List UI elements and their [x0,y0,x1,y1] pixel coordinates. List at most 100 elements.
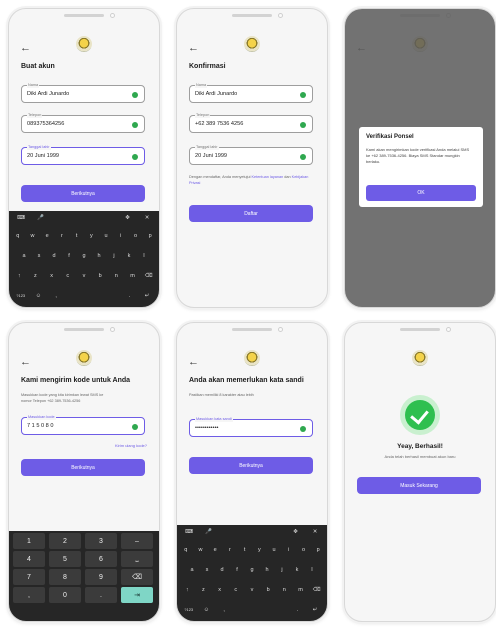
backspace-icon[interactable]: ⌫ [143,271,155,281]
numpad-key[interactable]: 1 [13,533,45,549]
key[interactable]: p [144,231,156,241]
key[interactable]: l [138,251,150,261]
space-key[interactable] [236,605,286,615]
key[interactable]: v [246,585,258,595]
key[interactable]: y [253,545,265,555]
key[interactable]: w [26,231,38,241]
key[interactable]: o [297,545,309,555]
comma-key[interactable]: , [50,291,62,301]
key[interactable]: c [230,585,242,595]
key[interactable]: w [194,545,206,555]
key[interactable]: j [276,565,288,575]
key[interactable]: q [12,231,24,241]
space-key[interactable] [68,291,118,301]
key[interactable]: o [129,231,141,241]
enter-icon[interactable]: ↵ [309,605,321,615]
back-arrow-icon[interactable]: ← [188,357,199,368]
key[interactable]: a [186,565,198,575]
numpad-key[interactable]: 5 [49,551,81,567]
key[interactable]: b [262,585,274,595]
shift-icon[interactable]: ↑ [181,585,193,595]
enter-icon[interactable]: ↵ [141,291,153,301]
key[interactable]: x [46,271,58,281]
symbols-key[interactable]: ?123 [183,605,195,615]
key[interactable]: s [33,251,45,261]
keyboard-icon[interactable]: ⌨ [183,527,195,537]
back-arrow-icon[interactable]: ← [20,357,31,368]
key[interactable]: u [100,231,112,241]
name-field[interactable]: Nama Diki Ardi Junardo [189,82,313,103]
terms-link[interactable]: Ketentuan [252,175,269,179]
password-field[interactable]: Masukkan kata sandi •••••••••••• [189,416,313,437]
symbols-key[interactable]: ?123 [15,291,27,301]
next-button[interactable]: Berikutnya [21,459,145,476]
otp-input[interactable]: Masukkan kode 7 1 5 0 8 0 [21,414,145,435]
key[interactable]: u [268,545,280,555]
key[interactable]: z [197,585,209,595]
key[interactable]: j [108,251,120,261]
numpad-key[interactable]: 8 [49,569,81,585]
key[interactable]: h [93,251,105,261]
key[interactable]: t [239,545,251,555]
keyboard-icon[interactable]: ⌨ [15,213,27,223]
key[interactable]: r [224,545,236,555]
numpad-key[interactable]: 2 [49,533,81,549]
key[interactable]: n [278,585,290,595]
key[interactable]: m [295,585,307,595]
ok-button[interactable]: OK [366,185,476,201]
resend-link[interactable]: Kirim ulang kode? [115,443,147,448]
emoji-icon[interactable]: ☺ [32,291,44,301]
key[interactable]: r [56,231,68,241]
numpad-key[interactable]: 9 [85,569,117,585]
key[interactable]: d [48,251,60,261]
key[interactable]: g [78,251,90,261]
key[interactable]: i [283,545,295,555]
key[interactable]: p [312,545,324,555]
register-button[interactable]: Daftar [189,205,313,222]
period-key[interactable]: . [85,587,117,603]
phone-field[interactable]: Telepon +62 389 7536 4256 [189,112,313,133]
numpad-key[interactable]: 3 [85,533,117,549]
key[interactable]: b [94,271,106,281]
key[interactable]: d [216,565,228,575]
key[interactable]: n [110,271,122,281]
numpad-key[interactable]: 6 [85,551,117,567]
key[interactable]: z [29,271,41,281]
numpad-key[interactable]: 7 [13,569,45,585]
space-key[interactable]: ⎵ [121,551,153,567]
next-button[interactable]: Berikutnya [189,457,313,474]
key[interactable]: k [123,251,135,261]
settings-icon[interactable]: ✥ [290,527,302,537]
dob-field[interactable]: Tanggal lahir 20 Juni 1999 [189,144,313,165]
key[interactable]: l [306,565,318,575]
next-field-key[interactable]: ⇥ [121,587,153,603]
close-icon[interactable]: ✕ [141,213,153,223]
settings-icon[interactable]: ✥ [122,213,134,223]
key[interactable]: e [209,545,221,555]
key[interactable]: f [63,251,75,261]
key[interactable]: v [78,271,90,281]
numpad-key[interactable]: 0 [49,587,81,603]
shift-icon[interactable]: ↑ [13,271,25,281]
key[interactable]: i [115,231,127,241]
key[interactable]: a [18,251,30,261]
comma-key[interactable]: , [13,587,45,603]
key[interactable]: x [214,585,226,595]
key[interactable]: s [201,565,213,575]
key[interactable]: y [85,231,97,241]
key[interactable]: t [71,231,83,241]
key[interactable]: m [127,271,139,281]
period-key[interactable]: . [124,291,136,301]
key[interactable]: g [246,565,258,575]
mic-icon[interactable]: 🎤 [203,527,215,537]
emoji-icon[interactable]: ☺ [200,605,212,615]
period-key[interactable]: . [292,605,304,615]
key[interactable]: e [41,231,53,241]
name-field[interactable]: Nama Diki Ardi Junardo [21,82,145,103]
backspace-icon[interactable]: ⌫ [311,585,323,595]
minus-key[interactable]: – [121,533,153,549]
login-now-button[interactable]: Masuk Sekarang [357,477,481,494]
backspace-icon[interactable]: ⌫ [121,569,153,585]
key[interactable]: c [62,271,74,281]
next-button[interactable]: Berikutnya [21,185,145,202]
